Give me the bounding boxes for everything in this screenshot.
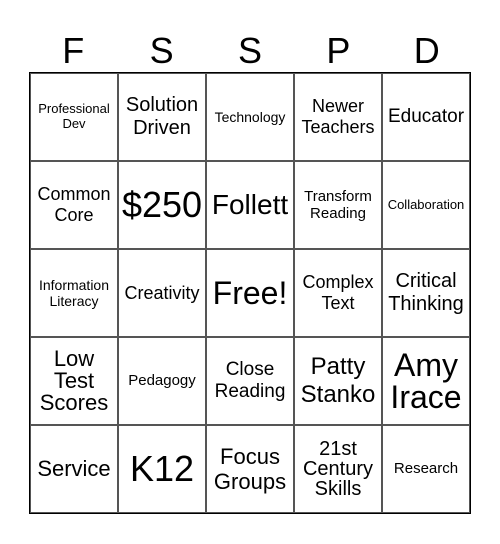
header-letter: F — [62, 30, 85, 71]
bingo-cell[interactable]: Service — [30, 425, 118, 513]
bingo-cell[interactable]: Information Literacy — [30, 249, 118, 337]
bingo-cell[interactable]: Patty Stanko — [294, 337, 382, 425]
header-letter: P — [326, 30, 351, 71]
bingo-cell[interactable]: Follett — [206, 161, 294, 249]
bingo-cell[interactable]: Newer Teachers — [294, 73, 382, 161]
bingo-cell[interactable]: Low Test Scores — [30, 337, 118, 425]
free-space[interactable]: Free! — [206, 249, 294, 337]
bingo-cell[interactable]: Professional Dev — [30, 73, 118, 161]
bingo-cell[interactable]: 21st Century Skills — [294, 425, 382, 513]
header-letter: S — [237, 30, 262, 71]
bingo-cell[interactable]: Technology — [206, 73, 294, 161]
bingo-cell[interactable]: Critical Thinking — [382, 249, 470, 337]
bingo-cell[interactable]: Focus Groups — [206, 425, 294, 513]
bingo-cell[interactable]: Close Reading — [206, 337, 294, 425]
bingo-cell[interactable]: Educator — [382, 73, 470, 161]
bingo-cell[interactable]: Creativity — [118, 249, 206, 337]
bingo-header: F S S P D — [29, 30, 471, 72]
bingo-cell[interactable]: Solution Driven — [118, 73, 206, 161]
bingo-cell[interactable]: Transform Reading — [294, 161, 382, 249]
bingo-cell[interactable]: Pedagogy — [118, 337, 206, 425]
bingo-cell[interactable]: $250 — [118, 161, 206, 249]
bingo-cell[interactable]: Complex Text — [294, 249, 382, 337]
header-letter: D — [413, 30, 440, 71]
bingo-cell[interactable]: Collaboration — [382, 161, 470, 249]
bingo-cell[interactable]: Amy Irace — [382, 337, 470, 425]
header-letter: S — [149, 30, 174, 71]
bingo-card: Professional Dev Solution Driven Technol… — [29, 72, 471, 514]
bingo-cell[interactable]: K12 — [118, 425, 206, 513]
bingo-cell[interactable]: Common Core — [30, 161, 118, 249]
bingo-cell[interactable]: Research — [382, 425, 470, 513]
